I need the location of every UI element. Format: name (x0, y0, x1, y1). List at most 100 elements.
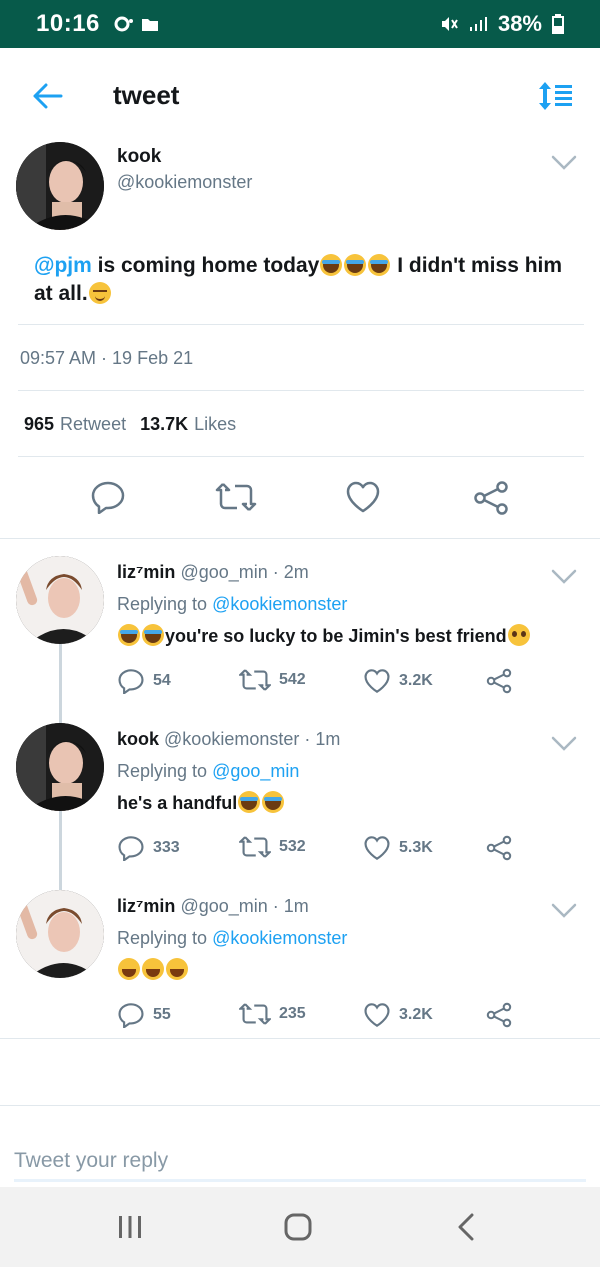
retweet-count: 965 (24, 414, 55, 434)
retweet-label: Retweet (60, 414, 127, 434)
replying-to-handle[interactable]: @kookiemonster (212, 928, 347, 948)
reply-button[interactable]: 55 (117, 1002, 171, 1028)
mention-link[interactable]: @pjm (34, 254, 92, 277)
retweet-count: 542 (279, 671, 306, 688)
likes-count: 13.7K (140, 414, 189, 434)
reply-count: 333 (153, 839, 180, 856)
system-back-button[interactable] (446, 1211, 486, 1243)
author-handle[interactable]: @kookiemonster (117, 172, 252, 193)
chevron-down-icon[interactable] (550, 568, 578, 586)
reply-button[interactable]: 333 (117, 835, 180, 861)
likes-stat[interactable]: 13.7K Likes (140, 414, 236, 435)
crying-emoji (238, 791, 261, 813)
likes-label: Likes (194, 414, 237, 434)
share-icon[interactable] (472, 480, 510, 516)
avatar-photo (16, 556, 104, 644)
divider (18, 324, 584, 325)
reply-author-handle[interactable]: @kookiemonster (164, 729, 299, 749)
avatar[interactable] (16, 890, 104, 978)
author-name[interactable]: kook (117, 146, 161, 168)
mute-icon (441, 17, 458, 31)
pleading-emoji (507, 624, 530, 646)
retweet-button[interactable]: 542 (239, 668, 306, 692)
retweet-count: 235 (279, 1005, 306, 1022)
retweet-stat[interactable]: 965 Retweet (24, 414, 126, 435)
replying-to: Replying to @kookiemonster (117, 594, 347, 615)
crying-emoji (344, 254, 367, 276)
reply-count: 55 (153, 1006, 171, 1023)
battery-icon (552, 14, 564, 34)
recent-apps-button[interactable] (110, 1211, 150, 1243)
reply-icon[interactable] (90, 480, 126, 514)
divider (18, 456, 584, 457)
home-button[interactable] (278, 1211, 318, 1243)
recent-apps-icon (119, 1216, 141, 1238)
like-count: 3.2K (399, 672, 433, 689)
reply-author-name[interactable]: liz⁷min (117, 562, 175, 582)
reply-tweet[interactable]: kook @kookiemonster · 1m Replying to @go… (0, 707, 600, 874)
crying-emoji (118, 624, 140, 646)
reply-input[interactable] (14, 1142, 586, 1182)
chevron-down-icon[interactable] (550, 902, 578, 920)
retweet-icon[interactable] (215, 482, 257, 512)
reply-text-content: you're so lucky to be Jimin's best frien… (165, 626, 507, 646)
divider (18, 390, 584, 391)
sort-button[interactable] (538, 80, 574, 112)
reply-text-content: he's a handful (117, 793, 238, 813)
tweet-stats: 965 Retweet 13.7K Likes (24, 414, 236, 435)
avatar[interactable] (16, 142, 104, 230)
replying-to: Replying to @goo_min (117, 761, 299, 782)
like-button[interactable]: 5.3K (363, 835, 433, 861)
reply-tweet[interactable]: liz⁷min @goo_min · 2m Replying to @kooki… (0, 540, 600, 707)
laughing-emoji (118, 958, 140, 980)
reply-age: · 2m (267, 562, 309, 582)
retweet-button[interactable]: 532 (239, 835, 306, 859)
crying-emoji (142, 624, 164, 646)
chevron-down-icon[interactable] (550, 154, 578, 172)
like-icon[interactable] (345, 480, 381, 514)
reply-text: he's a handful (117, 791, 285, 814)
reply-tweet[interactable]: liz⁷min @goo_min · 1m Replying to @kooki… (0, 874, 600, 1041)
reply-author-name[interactable]: kook (117, 729, 159, 749)
replying-to-handle[interactable]: @goo_min (212, 761, 299, 781)
avatar-photo (16, 890, 104, 978)
replying-to: Replying to @kookiemonster (117, 928, 347, 949)
chevron-down-icon[interactable] (550, 735, 578, 753)
like-icon (364, 1003, 390, 1027)
back-chevron-icon (458, 1213, 474, 1241)
signal-icon (469, 17, 487, 31)
divider (0, 1038, 600, 1039)
avatar[interactable] (16, 723, 104, 811)
reply-composer (0, 1105, 600, 1187)
like-button[interactable]: 3.2K (363, 668, 433, 694)
share-button[interactable] (485, 835, 513, 861)
like-icon (364, 669, 390, 693)
replying-to-handle[interactable]: @kookiemonster (212, 594, 347, 614)
reply-header: liz⁷min @goo_min · 2m (117, 562, 309, 583)
share-button[interactable] (485, 668, 513, 694)
retweet-icon (239, 1003, 271, 1025)
reply-button[interactable]: 54 (117, 668, 171, 694)
reply-icon (118, 1003, 144, 1028)
reply-author-name[interactable]: liz⁷min (117, 896, 175, 916)
folder-icon (141, 19, 158, 31)
reply-author-handle[interactable]: @goo_min (180, 562, 267, 582)
home-icon (284, 1213, 312, 1241)
back-button[interactable] (30, 78, 66, 114)
status-right: 38% (440, 11, 564, 37)
app-header: tweet (0, 48, 600, 144)
replying-label: Replying to (117, 594, 213, 614)
replying-label: Replying to (117, 761, 213, 781)
avatar-photo (16, 723, 104, 811)
reply-author-handle[interactable]: @goo_min (180, 896, 267, 916)
reply-icon (118, 669, 144, 694)
retweet-button[interactable]: 235 (239, 1002, 306, 1026)
like-button[interactable]: 3.2K (363, 1002, 433, 1028)
share-button[interactable] (485, 1002, 513, 1028)
reply-actions: 333 532 5.3K (117, 835, 537, 865)
reply-actions: 55 235 3.2K (117, 1002, 537, 1032)
share-icon (486, 835, 512, 861)
avatar-photo (16, 142, 104, 230)
avatar[interactable] (16, 556, 104, 644)
crying-emoji (320, 254, 343, 276)
